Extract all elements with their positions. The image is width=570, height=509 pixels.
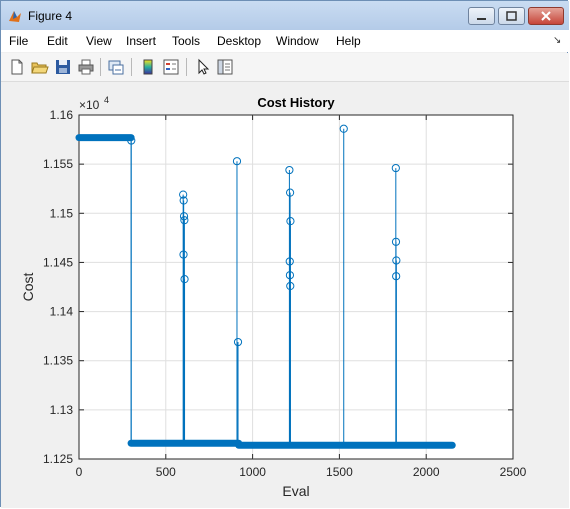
y-tick-label: 1.125 — [43, 452, 73, 466]
y-exponent-label: ×10 — [79, 98, 100, 112]
y-tick-label: 1.145 — [43, 255, 73, 269]
axes-box[interactable] — [78, 114, 514, 460]
x-tick-label: 2000 — [413, 465, 440, 479]
x-tick-label: 0 — [76, 465, 83, 479]
y-exponent-power: 4 — [104, 95, 109, 105]
x-tick-label: 500 — [156, 465, 176, 479]
x-tick-label: 1000 — [239, 465, 266, 479]
y-tick-label: 1.15 — [50, 206, 74, 220]
y-tick-label: 1.16 — [50, 108, 74, 122]
y-tick-label: 1.14 — [50, 305, 74, 319]
cost-history-plot[interactable]: 0 500 1000 1500 2000 2500 1.125 1.13 1.135 1.14 1.… — [1, 1, 569, 508]
y-tick-label: 1.135 — [43, 354, 73, 368]
x-tick-label: 2500 — [500, 465, 527, 479]
chart-title: Cost History — [257, 95, 335, 110]
x-tick-label: 1500 — [326, 465, 353, 479]
figure-window: Figure 4 File Edit View Insert Tools Des… — [0, 0, 569, 508]
y-tick-label: 1.13 — [50, 403, 74, 417]
y-axis-label: Cost — [20, 273, 36, 302]
y-tick-label: 1.155 — [43, 157, 73, 171]
x-axis-label: Eval — [282, 483, 309, 499]
